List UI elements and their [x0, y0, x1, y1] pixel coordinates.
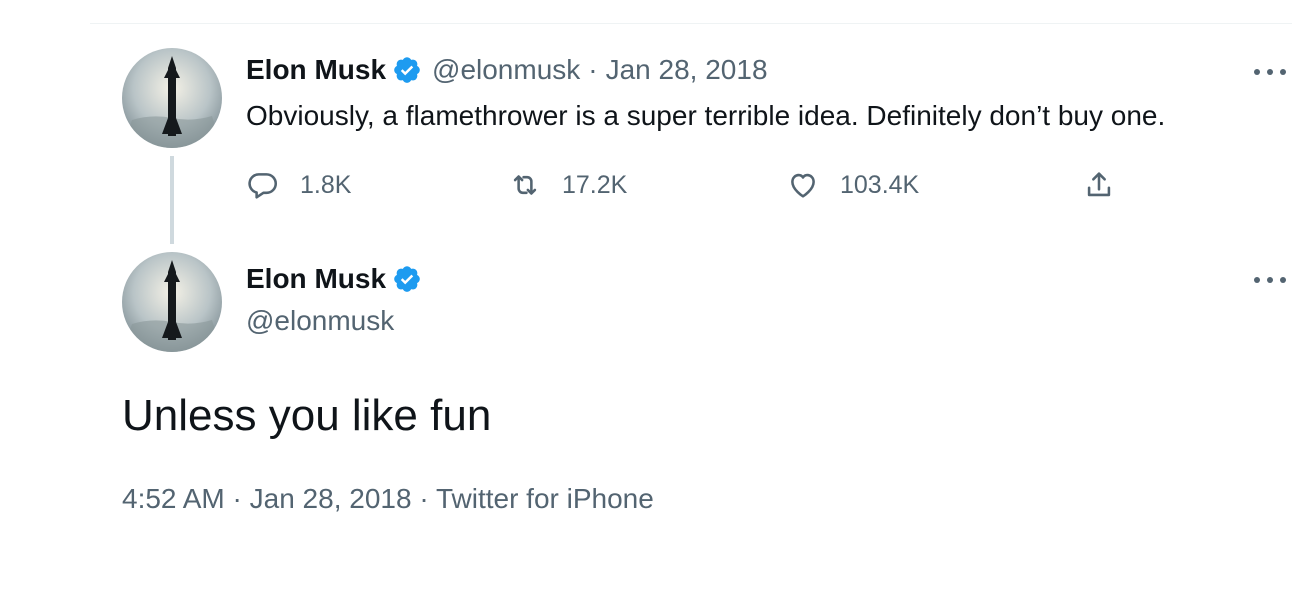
user-handle[interactable]: @elonmusk	[432, 53, 580, 87]
avatar[interactable]	[122, 48, 222, 148]
more-icon[interactable]	[1254, 272, 1286, 288]
avatar[interactable]	[122, 252, 222, 352]
tweet-text: Obviously, a flamethrower is a super ter…	[246, 100, 1166, 131]
tweet-header: Elon Musk @elonmusk · Jan 28, 2018	[246, 53, 768, 87]
tweet-date[interactable]: Jan 28, 2018	[606, 53, 768, 87]
verified-badge-icon	[392, 264, 422, 294]
thread-connector	[170, 156, 174, 244]
tweet-actions: 1.8K 17.2K 103.4K	[246, 166, 1146, 204]
retweet-icon	[508, 168, 542, 202]
divider	[90, 23, 1292, 24]
separator: ·	[232, 483, 242, 514]
tweet-text: Unless you like fun	[122, 391, 492, 440]
tweet-date[interactable]: Jan 28, 2018	[250, 483, 412, 514]
separator: ·	[419, 483, 429, 514]
tweet-metadata: 4:52 AM · Jan 28, 2018 · Twitter for iPh…	[122, 481, 654, 517]
share-button[interactable]	[1082, 166, 1116, 204]
verified-badge-icon	[392, 55, 422, 85]
like-count: 103.4K	[840, 170, 920, 199]
share-icon	[1082, 168, 1116, 202]
display-name[interactable]: Elon Musk	[246, 53, 386, 87]
retweet-button[interactable]: 17.2K	[508, 166, 627, 204]
tweet-thread: Elon Musk @elonmusk · Jan 28, 2018 Obvio…	[0, 0, 1292, 604]
retweet-count: 17.2K	[562, 170, 628, 199]
reply-count: 1.8K	[300, 170, 352, 199]
reply-icon	[246, 168, 280, 202]
tweet-time[interactable]: 4:52 AM	[122, 483, 225, 514]
like-button[interactable]: 103.4K	[786, 166, 919, 204]
user-handle[interactable]: @elonmusk	[246, 304, 394, 338]
like-icon	[786, 168, 820, 202]
reply-button[interactable]: 1.8K	[246, 166, 351, 204]
more-icon[interactable]	[1254, 64, 1286, 80]
display-name[interactable]: Elon Musk	[246, 262, 386, 296]
tweet-source[interactable]: Twitter for iPhone	[436, 483, 654, 514]
separator: ·	[588, 54, 598, 85]
tweet-header: Elon Musk	[246, 262, 432, 296]
